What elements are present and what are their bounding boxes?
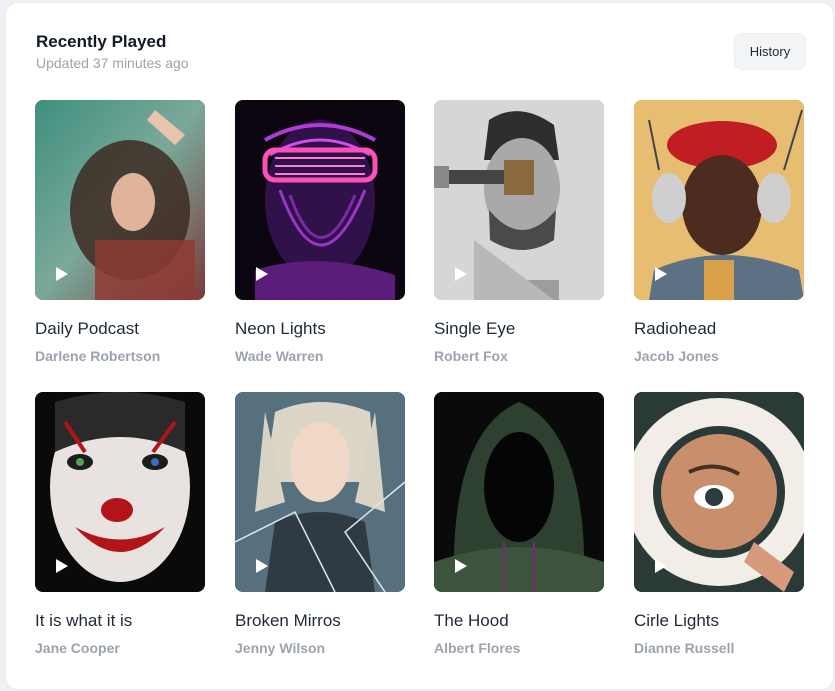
play-icon[interactable]: [454, 558, 468, 574]
track-card-daily-podcast[interactable]: Daily Podcast Darlene Robertson: [35, 100, 205, 364]
track-card-single-eye[interactable]: Single Eye Robert Fox: [434, 100, 604, 364]
track-artist[interactable]: Jane Cooper: [35, 640, 120, 656]
track-title[interactable]: Single Eye: [434, 319, 515, 339]
play-icon[interactable]: [454, 266, 468, 282]
play-icon[interactable]: [255, 558, 269, 574]
track-artist[interactable]: Darlene Robertson: [35, 348, 160, 364]
track-cover-image[interactable]: [35, 392, 205, 592]
track-title[interactable]: The Hood: [434, 611, 509, 631]
section-title: Recently Played: [36, 32, 167, 51]
track-cover-image[interactable]: [235, 100, 405, 300]
play-icon[interactable]: [55, 266, 69, 282]
track-cover-image[interactable]: [35, 100, 205, 300]
track-artist[interactable]: Albert Flores: [434, 640, 520, 656]
recently-played-card: Recently Played Updated 37 minutes ago H…: [6, 3, 833, 689]
track-artist[interactable]: Wade Warren: [235, 348, 323, 364]
play-icon[interactable]: [55, 558, 69, 574]
track-cover-image[interactable]: [634, 100, 804, 300]
track-card-broken-mirros[interactable]: Broken Mirros Jenny Wilson: [235, 392, 405, 656]
track-card-cirle-lights[interactable]: Cirle Lights Dianne Russell: [634, 392, 804, 656]
track-title[interactable]: Radiohead: [634, 319, 716, 339]
track-artist[interactable]: Robert Fox: [434, 348, 508, 364]
track-artist[interactable]: Dianne Russell: [634, 640, 734, 656]
track-title[interactable]: Cirle Lights: [634, 611, 719, 631]
track-artist[interactable]: Jenny Wilson: [235, 640, 325, 656]
track-card-the-hood[interactable]: The Hood Albert Flores: [434, 392, 604, 656]
track-title[interactable]: Neon Lights: [235, 319, 326, 339]
track-card-radiohead[interactable]: Radiohead Jacob Jones: [634, 100, 804, 364]
track-title[interactable]: Broken Mirros: [235, 611, 341, 631]
track-cover-image[interactable]: [235, 392, 405, 592]
play-icon[interactable]: [654, 266, 668, 282]
track-title[interactable]: It is what it is: [35, 611, 132, 631]
track-artist[interactable]: Jacob Jones: [634, 348, 719, 364]
track-card-it-is-what-it-is[interactable]: It is what it is Jane Cooper: [35, 392, 205, 656]
track-card-neon-lights[interactable]: Neon Lights Wade Warren: [235, 100, 405, 364]
updated-timestamp: Updated 37 minutes ago: [36, 55, 189, 71]
track-cover-image[interactable]: [434, 392, 604, 592]
track-cover-image[interactable]: [634, 392, 804, 592]
track-cover-image[interactable]: [434, 100, 604, 300]
track-title[interactable]: Daily Podcast: [35, 319, 139, 339]
play-icon[interactable]: [255, 266, 269, 282]
play-icon[interactable]: [654, 558, 668, 574]
history-button[interactable]: History: [734, 33, 806, 70]
